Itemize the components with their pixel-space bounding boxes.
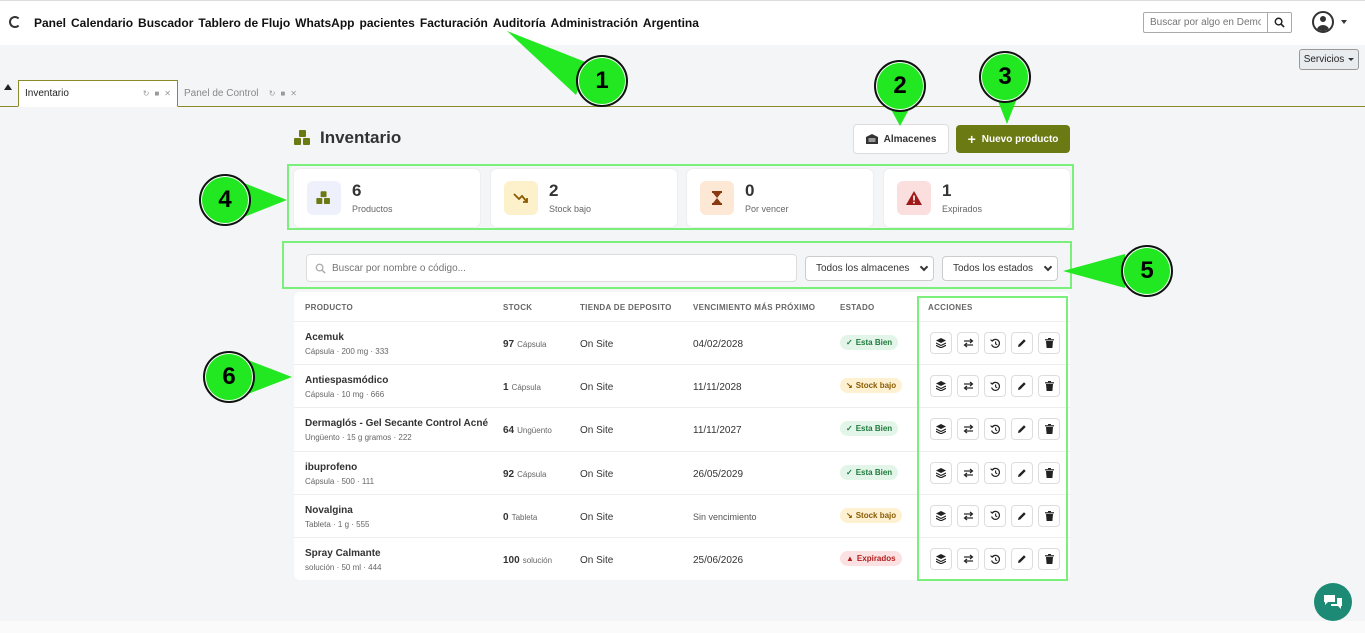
annotation-marker-6: 6 xyxy=(203,351,255,403)
annotation-marker-2: 2 xyxy=(874,60,926,112)
annotation-marker-3: 3 xyxy=(979,51,1031,103)
annotation-marker-4: 4 xyxy=(199,174,251,226)
annotation-marker-1: 1 xyxy=(576,55,628,107)
annotation-marker-5: 5 xyxy=(1121,245,1173,297)
annotation-arrows xyxy=(244,31,1125,394)
